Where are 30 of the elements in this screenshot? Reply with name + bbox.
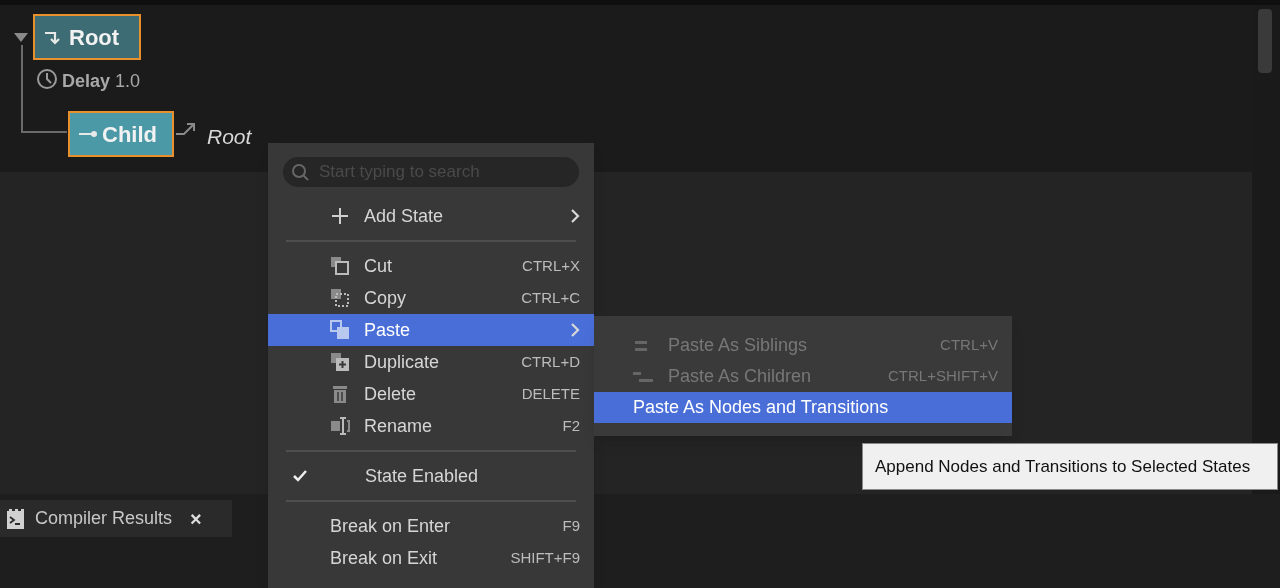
duplicate-icon <box>330 352 350 372</box>
console-icon <box>6 507 25 530</box>
menu-item[interactable]: Add State <box>268 200 594 232</box>
menu-item[interactable]: Rename F2 <box>268 410 594 442</box>
menu-item[interactable]: Duplicate CTRL+D <box>268 346 594 378</box>
transition-target: Root <box>207 124 252 150</box>
clock-icon <box>36 68 58 90</box>
menu-item[interactable]: Paste <box>268 314 594 346</box>
menu-item[interactable]: Cut CTRL+X <box>268 250 594 282</box>
paste-icon <box>330 320 350 340</box>
cut-icon <box>330 256 350 276</box>
tooltip: Append Nodes and Transitions to Selected States <box>862 443 1278 490</box>
expand-arrow-icon[interactable] <box>14 33 28 42</box>
menu-item[interactable]: State Enabled <box>268 460 594 492</box>
copy-icon <box>330 288 350 308</box>
search-icon <box>291 163 309 181</box>
transition-arrow-icon <box>176 122 196 136</box>
panel-tab[interactable]: Compiler Results × <box>0 500 232 537</box>
menu-item[interactable]: Delete DELETE <box>268 378 594 410</box>
menu-item[interactable]: Break on Enter F9 <box>268 510 594 542</box>
trash-icon <box>330 384 350 404</box>
menu-item[interactable]: Paste As Nodes and Transitions <box>594 392 1012 423</box>
close-button[interactable]: × <box>190 503 202 534</box>
scrollbar-thumb[interactable] <box>1258 9 1272 73</box>
menu-item[interactable]: Break on Exit SHIFT+F9 <box>268 542 594 574</box>
state-node[interactable]: Root <box>33 14 141 60</box>
menu-item[interactable]: Copy CTRL+C <box>268 282 594 314</box>
delay-label: Delay 1.0 <box>62 70 141 93</box>
rename-icon <box>330 416 350 436</box>
plus-icon <box>330 206 350 226</box>
